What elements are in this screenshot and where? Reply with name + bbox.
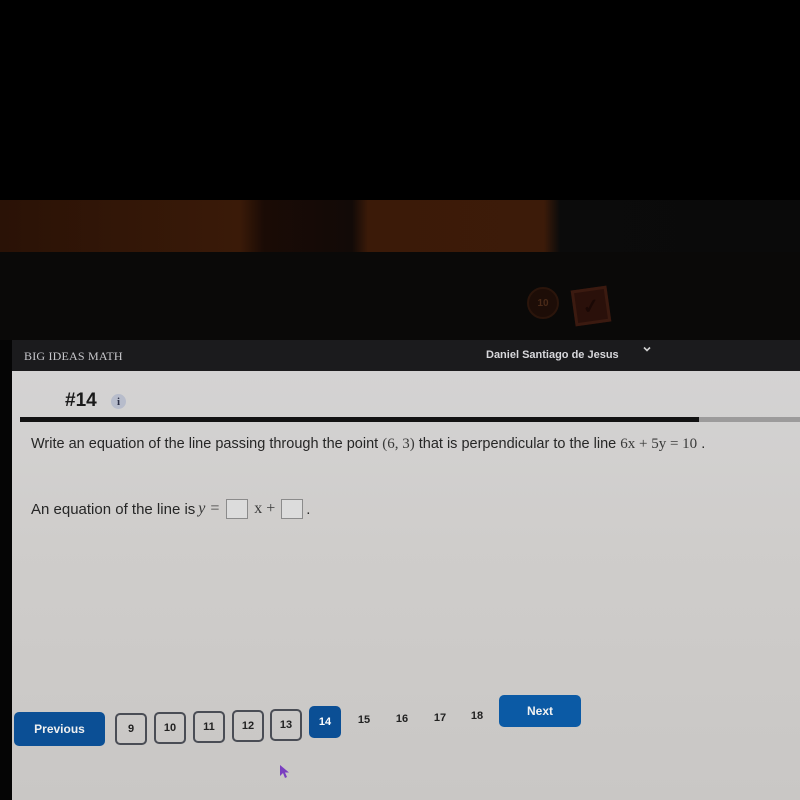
page-button-9[interactable]: 9 xyxy=(115,713,147,745)
bezel-sticker-round-icon: 10 xyxy=(527,287,559,319)
question-prompt: Write an equation of the line passing th… xyxy=(31,436,705,453)
page-button-18[interactable]: 18 xyxy=(461,700,493,732)
brand-logo[interactable]: BIG IDEAS MATH xyxy=(24,349,123,364)
page-button-16[interactable]: 16 xyxy=(386,703,418,735)
point-math: (6, 3) xyxy=(382,436,415,452)
page-button-12[interactable]: 12 xyxy=(232,710,264,742)
next-button[interactable]: Next xyxy=(499,695,581,727)
question-number: #14 xyxy=(65,390,97,411)
progress-bar xyxy=(20,417,800,422)
mouse-cursor-icon xyxy=(280,765,289,778)
line-equation-math: 6x + 5y = 10 xyxy=(620,436,698,452)
page-button-17[interactable]: 17 xyxy=(424,702,456,734)
photo-background xyxy=(0,0,800,200)
prompt-text-1: Write an equation of the line passing th… xyxy=(31,436,379,452)
previous-button[interactable]: Previous xyxy=(14,712,105,746)
prompt-end: . xyxy=(701,436,706,452)
page-button-15[interactable]: 15 xyxy=(348,704,380,736)
question-panel: #14 i Write an equation of the line pass… xyxy=(12,371,800,800)
slope-input[interactable] xyxy=(226,499,249,519)
app-topbar: BIG IDEAS MATH Daniel Santiago de Jesus xyxy=(12,340,800,371)
page-button-14-current[interactable]: 14 xyxy=(309,706,341,738)
sticker-text: 10 xyxy=(537,297,549,309)
info-icon[interactable]: i xyxy=(111,394,126,409)
answer-row: An equation of the line is y = x + . xyxy=(31,499,310,519)
answer-prefix: An equation of the line is xyxy=(31,500,196,518)
info-glyph: i xyxy=(116,395,121,408)
answer-x-term: x + xyxy=(254,500,276,517)
page-button-11[interactable]: 11 xyxy=(193,711,225,743)
answer-end: . xyxy=(306,500,311,518)
check-glyph: ✓ xyxy=(581,294,601,319)
prompt-text-2: that is perpendicular to the line xyxy=(418,436,617,452)
progress-bar-fill xyxy=(20,417,699,422)
answer-lhs: y = xyxy=(198,500,221,517)
monitor-bezel xyxy=(0,252,800,340)
intercept-input[interactable] xyxy=(281,499,304,519)
chevron-down-icon[interactable] xyxy=(642,344,656,358)
user-name[interactable]: Daniel Santiago de Jesus xyxy=(486,349,619,361)
page-button-10[interactable]: 10 xyxy=(154,712,186,744)
photo-wall xyxy=(0,200,800,252)
bezel-sticker-checkbox-icon: ✓ xyxy=(570,285,612,327)
page-button-13[interactable]: 13 xyxy=(270,709,302,741)
